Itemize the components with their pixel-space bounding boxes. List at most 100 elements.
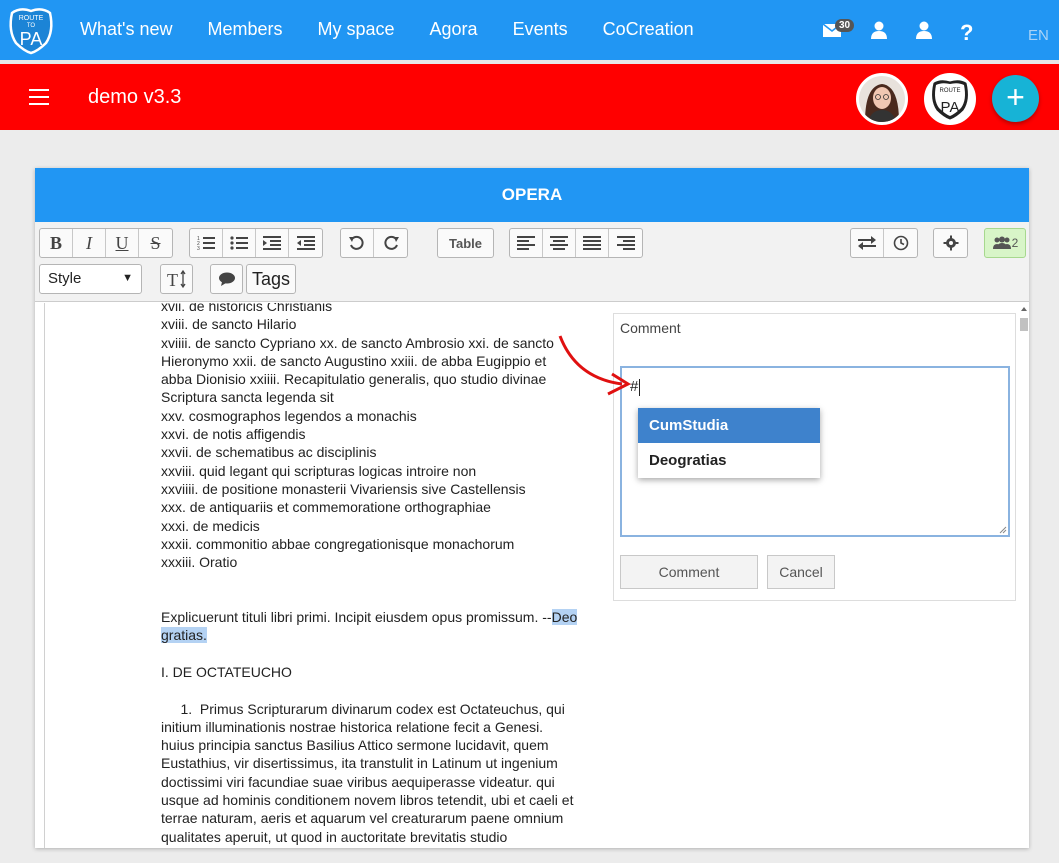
undo-button[interactable] — [341, 229, 374, 257]
settings-button[interactable] — [934, 229, 967, 257]
align-left-icon — [517, 236, 535, 250]
doc-line: xxviii. quid legant qui scripturas logic… — [161, 462, 477, 479]
highlighted-text-cont[interactable]: gratias. — [161, 627, 207, 644]
style-select[interactable]: Style ▼ — [39, 264, 142, 294]
nav-my-space[interactable]: My space — [318, 19, 395, 40]
outdent-icon — [296, 236, 315, 250]
profile-icon[interactable] — [867, 18, 891, 42]
document-margin-line — [44, 303, 45, 848]
underline-button[interactable]: U — [106, 229, 139, 257]
doc-line: Hieronymo xxii. de sancto Augustino xxii… — [161, 352, 547, 369]
menu-icon[interactable] — [29, 89, 49, 105]
gear-icon — [943, 235, 958, 251]
language-selector[interactable]: EN — [1028, 27, 1049, 44]
document-scrollbar[interactable] — [1019, 303, 1029, 848]
workspace-logo-avatar[interactable]: ROUTE PA — [924, 73, 976, 125]
help-icon[interactable]: ? — [960, 20, 984, 45]
list-group: 123 — [189, 228, 323, 258]
comment-submit-button[interactable]: Comment — [620, 555, 758, 589]
resize-grip-icon[interactable] — [999, 526, 1007, 534]
history-button[interactable] — [884, 229, 917, 257]
comment-cancel-button[interactable]: Cancel — [767, 555, 835, 589]
workspace-bar: demo v3.3 ROUTE PA + — [0, 64, 1059, 130]
editor-card: OPERA B I U S 123 Table 2 Style ▼ T Tags… — [35, 168, 1029, 848]
document-text[interactable]: xvii. de historicis Christianis xviii. d… — [161, 303, 581, 846]
ordered-list-button[interactable]: 123 — [190, 229, 223, 257]
nav-agora[interactable]: Agora — [430, 19, 478, 40]
text-height-icon: T — [167, 269, 186, 289]
bullet-list-icon — [230, 236, 248, 250]
redo-button[interactable] — [374, 229, 407, 257]
align-group — [509, 228, 643, 258]
nav-events[interactable]: Events — [513, 19, 568, 40]
history-group — [340, 228, 408, 258]
swap-arrows-icon — [858, 236, 876, 250]
comment-toolbar-button[interactable] — [211, 265, 242, 293]
editor-title: OPERA — [35, 168, 1029, 222]
indent-icon — [263, 236, 281, 250]
tools-group — [850, 228, 918, 258]
explicit-line: Explicuerunt tituli libri primi. Incipit… — [161, 608, 581, 626]
clock-icon — [893, 235, 908, 251]
doc-line: xxvi. de notis affigendis — [161, 426, 306, 443]
strikethrough-button[interactable]: S — [139, 229, 172, 257]
align-left-button[interactable] — [510, 229, 543, 257]
ordered-list-icon: 123 — [197, 236, 215, 251]
indent-button[interactable] — [256, 229, 289, 257]
explicit-text: Explicuerunt tituli libri primi. Incipit… — [161, 609, 552, 626]
suggestion-item-cumstudia[interactable]: CumStudia — [638, 408, 820, 443]
nav-whats-new[interactable]: What's new — [80, 19, 172, 40]
avatar-logo-text-route: ROUTE — [940, 88, 961, 94]
bold-button[interactable]: B — [40, 229, 73, 257]
collaborators-count: 2 — [1011, 236, 1019, 250]
add-button[interactable]: + — [992, 75, 1039, 122]
route-to-pa-logo[interactable]: ROUTE TO PA — [6, 5, 56, 55]
text-size-button[interactable]: T — [161, 265, 192, 293]
doc-line: abba Dionisio xxiiii. Recapitulatio gene… — [161, 371, 547, 388]
redo-icon — [383, 235, 399, 250]
outdent-button[interactable] — [289, 229, 322, 257]
text-size-group: T — [160, 264, 193, 294]
align-justify-icon — [583, 236, 601, 250]
tags-button[interactable]: Tags — [247, 265, 295, 293]
document-area[interactable]: xvii. de historicis Christianis xviii. d… — [35, 303, 1029, 848]
doc-line: xxxii. commonitio abbae congregationisqu… — [161, 535, 515, 552]
undo-icon — [349, 235, 364, 250]
comment-textarea[interactable]: # CumStudia Deogratias — [620, 366, 1010, 537]
para-line: 1. Primus Scripturarum divinarum codex e… — [161, 700, 565, 717]
svg-text:T: T — [167, 270, 178, 289]
nav-members[interactable]: Members — [207, 19, 282, 40]
align-right-button[interactable] — [609, 229, 642, 257]
workspace-title: demo v3.3 — [88, 86, 182, 108]
highlighted-text[interactable]: Deo — [551, 609, 578, 626]
collaborators-button[interactable]: 2 — [985, 229, 1025, 257]
explicit-line-2: gratias. — [161, 626, 581, 644]
align-center-button[interactable] — [543, 229, 576, 257]
nav-cocreation[interactable]: CoCreation — [603, 19, 694, 40]
tags-group: Tags — [246, 264, 296, 294]
tag-suggestions: CumStudia Deogratias — [638, 408, 820, 478]
align-center-icon — [550, 236, 568, 250]
doc-line: xxxiii. Oratio — [161, 554, 238, 571]
bullet-list-button[interactable] — [223, 229, 256, 257]
table-button[interactable]: Table — [438, 229, 493, 257]
logo-text-route: ROUTE — [19, 15, 44, 22]
caret-down-icon: ▼ — [122, 272, 133, 284]
user-avatar[interactable] — [856, 73, 908, 125]
doc-line: xvii. de historicis Christianis — [161, 303, 333, 314]
para-line: doctissimi viri facundiae suae viribus a… — [161, 773, 555, 790]
style-select-value: Style — [48, 270, 82, 287]
scroll-thumb — [1020, 318, 1028, 331]
doc-line: xviiii. de sancto Cypriano xx. de sancto… — [161, 334, 554, 351]
compare-button[interactable] — [851, 229, 884, 257]
doc-line: Scriptura sancta legenda sit — [161, 389, 334, 406]
italic-button[interactable]: I — [73, 229, 106, 257]
suggestion-item-deogratias[interactable]: Deogratias — [638, 443, 820, 478]
para-line: initium illuminationis nostrae historica… — [161, 718, 544, 735]
annotation-arrow-icon — [558, 335, 632, 396]
doc-line: xxx. de antiquariis et commemoratione or… — [161, 499, 491, 516]
align-justify-button[interactable] — [576, 229, 609, 257]
comment-bubble-icon — [218, 272, 235, 286]
settings-group — [933, 228, 968, 258]
account-icon[interactable] — [912, 18, 936, 42]
